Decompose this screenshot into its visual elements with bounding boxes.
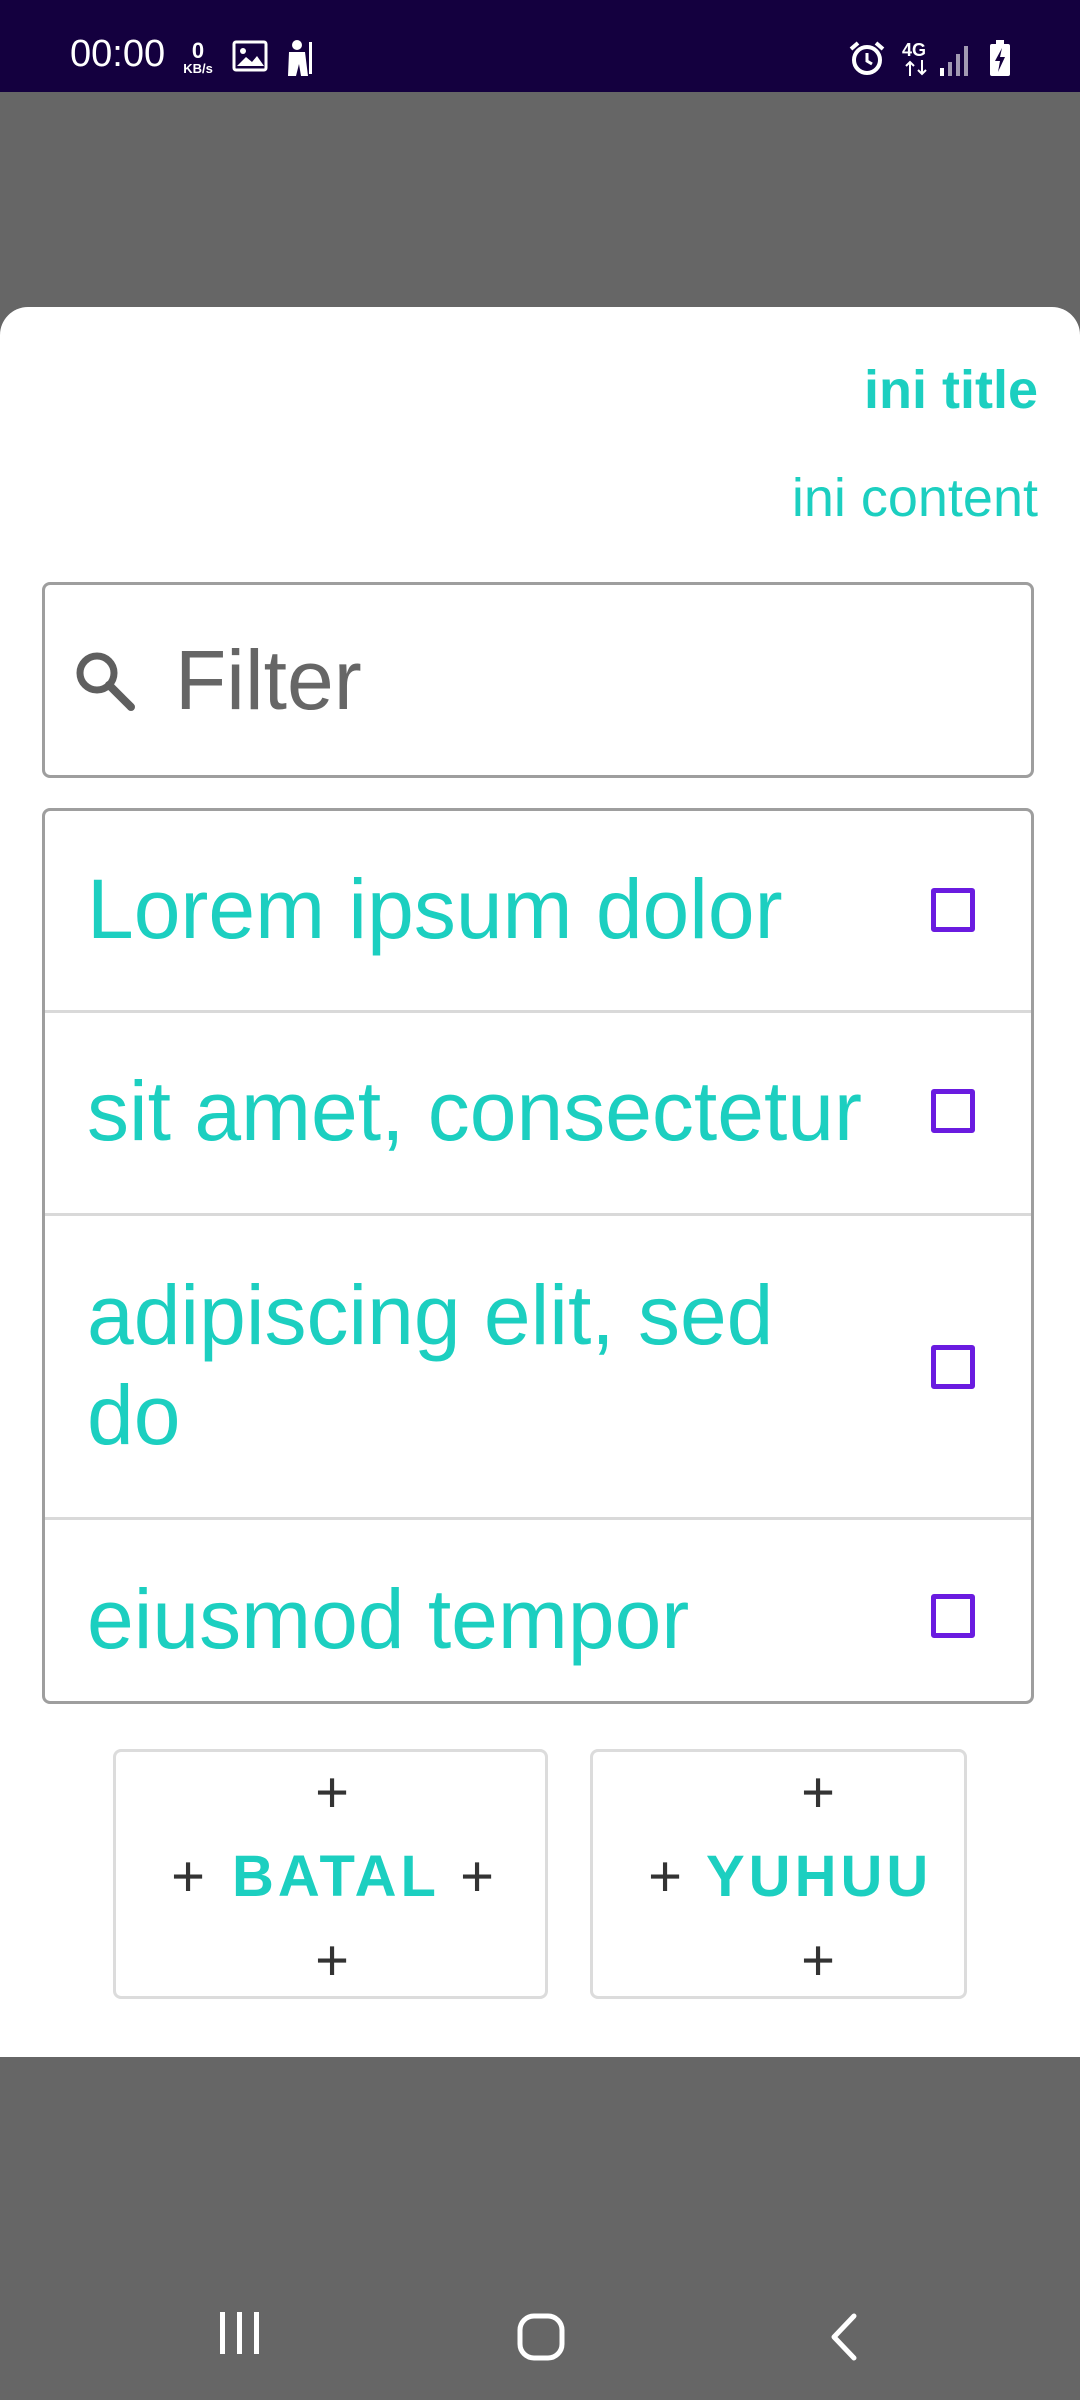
filter-input[interactable] [175, 625, 995, 735]
list-item[interactable]: eiusmod tempor [45, 1520, 1031, 1701]
plus-decoration-left: + [171, 1844, 205, 1909]
home-icon[interactable] [517, 2313, 565, 2361]
list-item-label: sit amet, consectetur [87, 1064, 862, 1158]
network-speed-value: 0 [191, 38, 205, 63]
gallery-icon [232, 40, 268, 72]
network-type-label: 4G [902, 40, 927, 60]
list-item-checkbox[interactable] [931, 1594, 975, 1638]
network-arrows-icon [905, 60, 927, 76]
accessibility-person-icon [288, 40, 312, 76]
status-bar: 00:00 0 KB/s 4G [0, 0, 1080, 92]
list-item-checkbox[interactable] [931, 888, 975, 932]
plus-decoration-right: + [460, 1844, 494, 1909]
plus-decoration-top: + [315, 1760, 349, 1825]
list-item-checkbox[interactable] [931, 1345, 975, 1389]
dialog-content: ini content [791, 468, 1038, 528]
network-speed: 0 KB/s [178, 38, 218, 76]
search-icon [76, 652, 135, 711]
dialog-title: ini title [864, 360, 1038, 420]
plus-decoration-top: + [801, 1760, 835, 1825]
list-item[interactable]: sit amet, consectetur [45, 1013, 1031, 1216]
network-speed-unit: KB/s [183, 61, 213, 76]
list-item[interactable]: Lorem ipsum dolor [45, 811, 1031, 1013]
options-list: Lorem ipsum dolor sit amet, consectetur … [42, 808, 1034, 1704]
back-icon[interactable] [826, 2313, 860, 2361]
filter-field[interactable] [42, 582, 1034, 778]
list-item-label: adipiscing elit, sed do [87, 1268, 774, 1462]
yuhuu-button[interactable]: + + YUHUU + [590, 1749, 967, 1999]
plus-decoration-left: + [648, 1844, 682, 1909]
recents-icon[interactable] [218, 2310, 262, 2356]
list-item-label: Lorem ipsum dolor [87, 862, 783, 956]
list-item[interactable]: adipiscing elit, sed do [45, 1216, 1031, 1520]
signal-icon [940, 46, 968, 76]
screen: 00:00 0 KB/s 4G ini title ini content Fi… [0, 0, 1080, 2400]
batal-button[interactable]: + + BATAL + + [113, 1749, 548, 1999]
battery-charging-icon [990, 40, 1010, 76]
status-time: 00:00 [70, 33, 166, 75]
plus-decoration-bottom: + [315, 1928, 349, 1993]
batal-button-label: BATAL [232, 1844, 440, 1909]
list-item-checkbox[interactable] [931, 1089, 975, 1133]
list-item-label: eiusmod tempor [87, 1572, 690, 1666]
alarm-icon [849, 41, 885, 75]
yuhuu-button-label: YUHUU [706, 1844, 933, 1909]
plus-decoration-bottom: + [801, 1928, 835, 1993]
